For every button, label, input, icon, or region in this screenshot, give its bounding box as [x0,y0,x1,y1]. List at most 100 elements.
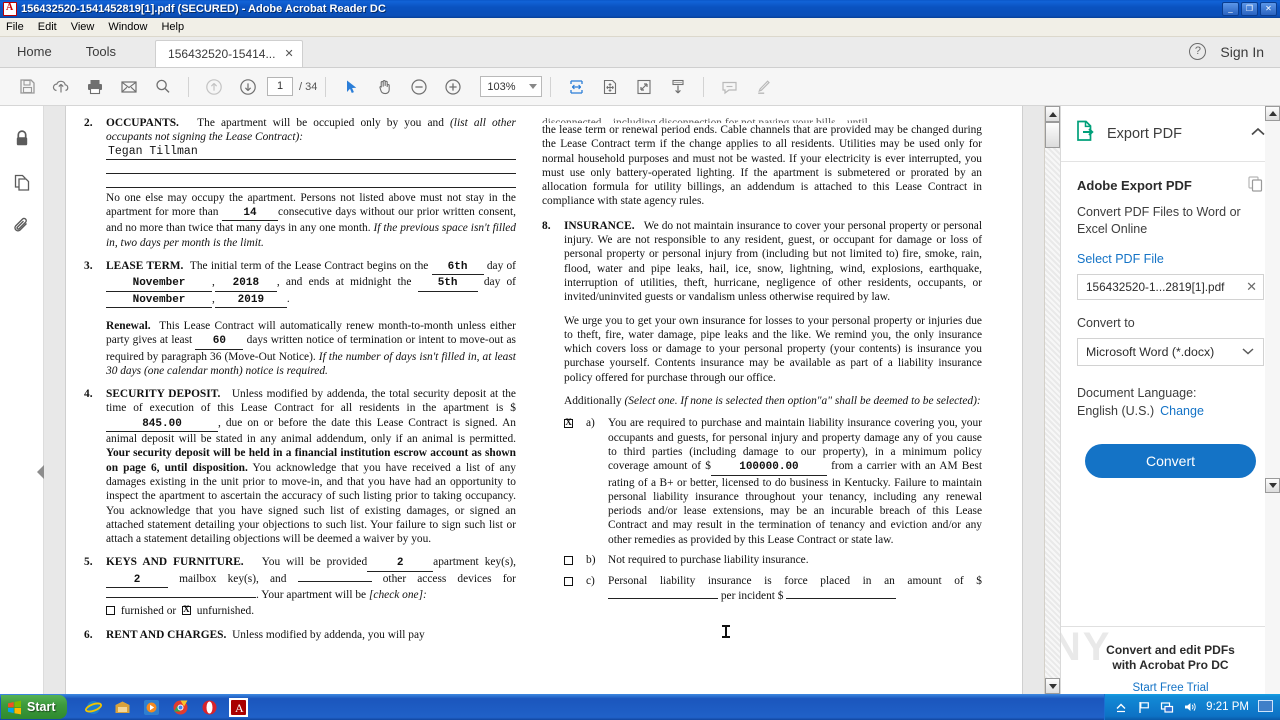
panel-scroll-down-button[interactable] [1265,478,1280,493]
page-thumbnails-icon[interactable] [9,170,35,196]
checkbox-option-c[interactable] [564,577,573,587]
show-hidden-icons-icon[interactable] [1114,700,1128,714]
scroll-mode-icon[interactable] [661,72,695,102]
upsell-footer: Convert and edit PDFs with Acrobat Pro D… [1061,626,1280,694]
acrobat-reader-icon[interactable]: A [229,697,249,717]
scrollbar-track[interactable] [1045,148,1060,678]
tab-strip: Home Tools 156432520-15414... ✕ ? Sign I… [0,37,1280,68]
minimize-button[interactable]: _ [1222,2,1239,16]
start-free-trial-link[interactable]: Start Free Trial [1071,682,1270,694]
scrollbar-thumb[interactable] [1045,122,1060,148]
document-stack-icon[interactable] [1248,176,1264,195]
zoom-out-icon[interactable] [402,72,436,102]
checkbox-unfurnished[interactable] [181,604,191,616]
clause-number: 6. [84,628,93,641]
print-icon[interactable] [78,72,112,102]
clause-number: 2. [84,117,93,129]
scroll-down-button[interactable] [1045,678,1060,694]
checkbox-option-a[interactable] [564,417,573,429]
menu-help[interactable]: Help [161,21,184,33]
panel-scrollbar[interactable] [1265,106,1280,694]
export-pdf-title: Export PDF [1107,125,1182,142]
flag-security-icon[interactable] [1137,700,1151,714]
clock[interactable]: 9:21 PM [1206,701,1249,713]
security-lock-icon[interactable] [9,126,35,152]
zoom-level-select[interactable]: 103% [480,76,543,97]
chevron-up-icon[interactable] [1250,125,1266,143]
renewal-days: 60 [195,334,244,350]
search-icon[interactable] [146,72,180,102]
clause-number: 8. [542,219,551,232]
convert-button[interactable]: Convert [1085,444,1256,478]
media-player-icon[interactable] [143,699,160,716]
show-desktop-icon[interactable] [1258,700,1273,714]
comment-icon[interactable] [712,72,746,102]
chrome-icon[interactable] [172,699,189,716]
zoom-in-icon[interactable] [436,72,470,102]
clause-keys-and-furniture: 5. KEYS AND FURNITURE. You will be provi… [84,555,516,618]
upload-cloud-icon[interactable] [44,72,78,102]
selected-file-field[interactable]: 156432520-1...2819[1].pdf ✕ [1077,274,1264,300]
toolbar-separator [188,76,189,97]
checkbox-option-b[interactable] [564,556,573,566]
close-button[interactable]: ✕ [1260,2,1277,16]
panel-scroll-up-button[interactable] [1265,106,1280,121]
document-view[interactable]: 2. OCCUPANTS. The apartment will be occu… [44,106,1044,694]
utilities-paragraph: the lease term or renewal period ends. C… [542,124,982,208]
menu-file[interactable]: File [6,21,24,33]
triangle-up-icon [1048,111,1057,117]
document-tab[interactable]: 156432520-15414... ✕ [155,40,303,67]
insurance-option-b: b) Not required to purchase liability in… [564,553,982,568]
highlight-icon[interactable] [746,72,780,102]
save-icon[interactable] [10,72,44,102]
adobe-export-pdf-heading: Adobe Export PDF [1077,176,1264,195]
page-number-input[interactable]: 1 [267,77,293,96]
export-pdf-header[interactable]: Export PDF [1061,106,1280,162]
arrow-down-circle-icon[interactable] [231,72,265,102]
close-icon[interactable]: ✕ [284,41,293,68]
fit-width-icon[interactable] [559,72,593,102]
menu-edit[interactable]: Edit [38,21,57,33]
tab-home[interactable]: Home [0,36,69,67]
keys-t3: mailbox key(s), and [179,572,287,585]
internet-explorer-icon[interactable] [85,699,103,716]
cursor-select-icon[interactable] [334,72,368,102]
maximize-button[interactable]: ❐ [1241,2,1258,16]
attachments-paperclip-icon[interactable] [9,214,35,240]
email-icon[interactable] [112,72,146,102]
tab-tools[interactable]: Tools [69,36,133,67]
scroll-up-button[interactable] [1045,106,1060,122]
occupants-handwritten-value: Tegan Tillman [106,145,516,160]
change-language-link[interactable]: Change [1160,404,1204,418]
pan-and-zoom-icon[interactable] [593,72,627,102]
fullscreen-icon[interactable] [627,72,661,102]
volume-icon[interactable] [1183,700,1197,714]
insurance-additionally: Additionally [564,395,622,408]
clause-title: KEYS AND FURNITURE. [106,556,244,569]
keys-t2: apartment key(s), [433,556,517,569]
network-icon[interactable] [1160,700,1174,714]
clause-number: 4. [84,388,93,401]
menu-window[interactable]: Window [108,21,147,33]
clause-insurance: 8. INSURANCE. We do not maintain insuran… [542,219,982,609]
document-scrollbar[interactable] [1044,106,1060,694]
collapse-rail-icon[interactable] [37,465,44,479]
opera-icon[interactable] [201,699,218,716]
main-toolbar: 1 / 34 103% [0,68,1280,106]
document-left-column: 2. OCCUPANTS. The apartment will be occu… [84,116,516,651]
menu-view[interactable]: View [71,21,95,33]
clause-security-deposit: 4. SECURITY DEPOSIT. Unless modified by … [84,387,516,546]
help-icon[interactable]: ? [1189,43,1207,60]
start-button[interactable]: Start [1,695,68,719]
sign-in-button[interactable]: Sign In [1220,44,1264,60]
menu-bar: File Edit View Window Help [0,18,1280,37]
checkbox-furnished[interactable] [106,606,115,616]
select-pdf-file-link[interactable]: Select PDF File [1077,252,1264,266]
arrow-up-circle-icon[interactable] [197,72,231,102]
hand-tool-icon[interactable] [368,72,402,102]
document-language-row: English (U.S.) Change [1077,404,1264,418]
show-desktop-icon[interactable] [114,699,131,716]
remove-file-icon[interactable]: ✕ [1246,279,1257,295]
convert-to-select[interactable]: Microsoft Word (*.docx) [1077,338,1264,366]
clause-title: INSURANCE. [564,219,635,232]
